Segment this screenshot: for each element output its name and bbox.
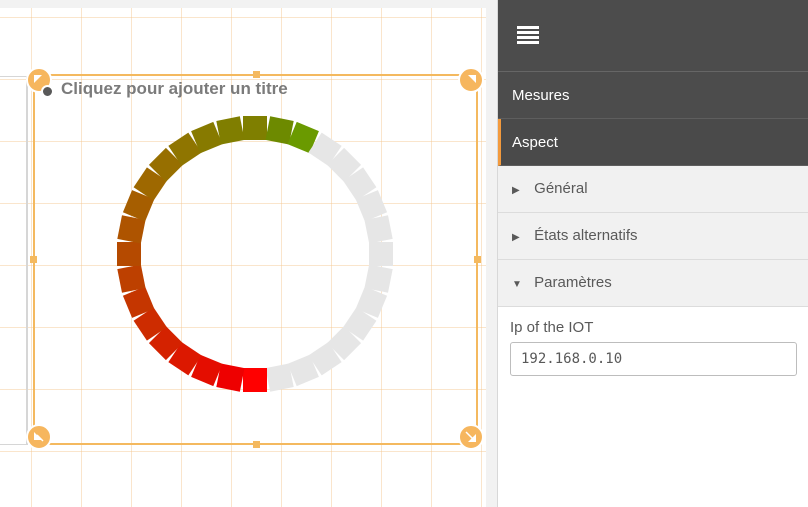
led-segment (243, 368, 267, 392)
resize-handle-left[interactable] (30, 256, 37, 263)
section-alternate-states[interactable]: ▶ États alternatifs (498, 213, 808, 260)
caret-right-icon: ▶ (512, 185, 520, 196)
section-label: Général (534, 180, 588, 197)
led-segment (265, 363, 294, 392)
title-indicator-icon (41, 85, 54, 98)
led-segment (364, 215, 393, 244)
led-ring-visualization[interactable] (104, 103, 406, 405)
sheet-canvas: Cliquez pour ajouter un titre (0, 0, 497, 507)
ip-address-input[interactable] (510, 342, 797, 376)
tab-mesures[interactable]: Mesures (498, 72, 808, 119)
panel-header (498, 0, 808, 72)
properties-panel: Mesures Aspect ▶ Général ▶ États alterna… (497, 0, 808, 507)
led-segment (117, 264, 146, 293)
menu-list-icon[interactable] (517, 26, 539, 44)
resize-corner-bottom-right-icon[interactable] (458, 424, 484, 450)
parameters-content: Ip of the IOT (498, 307, 808, 388)
resize-corner-top-right-icon[interactable] (458, 67, 484, 93)
section-label: Paramètres (534, 274, 612, 291)
resize-corner-bottom-left-icon[interactable] (26, 424, 52, 450)
tab-aspect[interactable]: Aspect (498, 119, 808, 166)
led-segment (243, 116, 267, 140)
chart-title-placeholder[interactable]: Cliquez pour ajouter un titre (61, 79, 288, 99)
led-segment (216, 116, 245, 145)
adjacent-object-edge[interactable] (0, 76, 28, 445)
led-segment (117, 242, 141, 266)
caret-right-icon: ▶ (512, 232, 520, 243)
tab-label: Mesures (512, 87, 570, 104)
tab-label: Aspect (512, 134, 558, 151)
section-parameters[interactable]: ▼ Paramètres (498, 260, 808, 307)
caret-down-icon: ▼ (512, 279, 522, 290)
resize-handle-right[interactable] (474, 256, 481, 263)
ip-field-label: Ip of the IOT (510, 319, 594, 336)
resize-handle-bottom[interactable] (253, 441, 260, 448)
section-general[interactable]: ▶ Général (498, 166, 808, 213)
led-segment (369, 242, 393, 266)
section-label: États alternatifs (534, 227, 638, 244)
resize-handle-top[interactable] (253, 71, 260, 78)
